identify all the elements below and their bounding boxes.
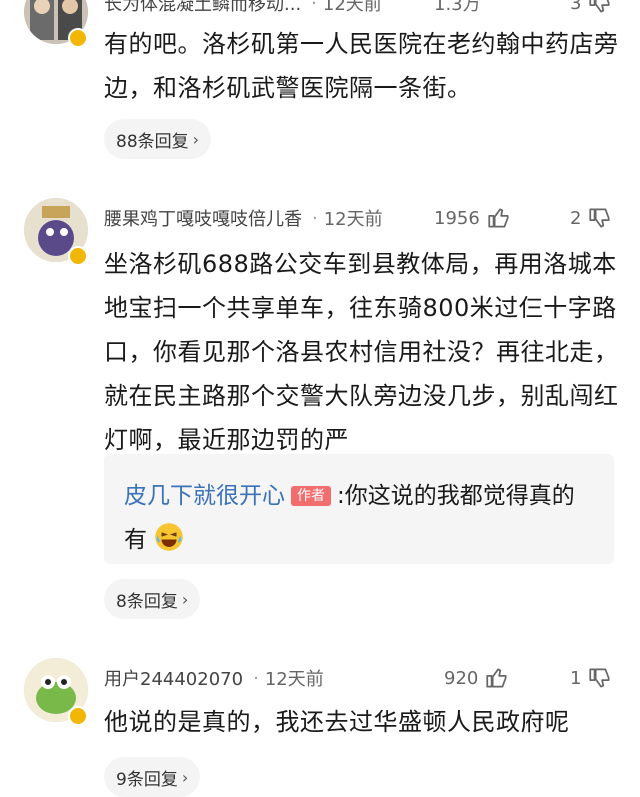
user-badge-icon [68, 28, 88, 48]
like-count: 1956 [434, 207, 480, 229]
timestamp: 12天前 [323, 209, 383, 230]
like-count: 1.3万 [434, 0, 481, 15]
user-badge-icon [68, 706, 88, 726]
quote-username[interactable]: 皮几下就很开心 [124, 483, 285, 509]
thumbs-down-icon [589, 208, 610, 228]
thumbs-up-icon [486, 668, 507, 688]
timestamp: 12天前 [264, 669, 324, 690]
laughing-crying-emoji-icon [155, 523, 184, 551]
user-badge-icon [68, 246, 88, 266]
username[interactable]: 长为体混凝土鳞而移动... [104, 0, 301, 16]
view-replies-button[interactable]: 88条回复 › [104, 119, 212, 159]
quote-content: 皮几下就很开心 作者:你这说的我都觉得真的有 [124, 483, 575, 553]
chevron-right-icon: › [181, 767, 189, 787]
replies-count: 88条回复 [116, 131, 189, 152]
separator: · [311, 0, 317, 14]
author-reply-preview[interactable]: 皮几下就很开心 作者:你这说的我都觉得真的有 [104, 454, 614, 564]
timestamp: 12天前 [322, 0, 382, 15]
view-replies-button[interactable]: 9条回复 › [104, 757, 201, 797]
dislike-button[interactable]: 2 [570, 203, 613, 233]
thumbs-down-icon [589, 0, 610, 13]
separator: · [312, 207, 318, 229]
comment-text: 有的吧。洛杉矶第一人民医院在老约翰中药店旁边，和洛杉矶武警医院隔一条街。 [104, 30, 619, 102]
separator: · [253, 667, 259, 689]
like-button[interactable]: 920 [444, 663, 510, 693]
thumbs-down-icon [589, 668, 610, 688]
chevron-right-icon: › [181, 589, 189, 609]
view-replies-button[interactable]: 8条回复 › [104, 579, 201, 619]
thumbs-up-icon [488, 208, 509, 228]
dislike-count: 1 [570, 667, 582, 689]
comment-meta: 用户244402070 · 12天前 [104, 663, 324, 693]
username[interactable]: 用户244402070 [104, 665, 243, 691]
comment-meta: 腰果鸡丁嘎吱嘎吱倍儿香 · 12天前 [104, 203, 383, 233]
dislike-count: 3 [570, 0, 582, 14]
like-button[interactable]: 1956 [434, 203, 512, 233]
like-count: 920 [444, 667, 479, 689]
comment-text: 他说的是真的，我还去过华盛顿人民政府呢 [104, 708, 570, 736]
author-tag: 作者 [291, 486, 331, 506]
dislike-count: 2 [570, 207, 582, 229]
replies-count: 8条回复 [116, 591, 178, 612]
replies-count: 9条回复 [116, 769, 178, 790]
username[interactable]: 腰果鸡丁嘎吱嘎吱倍儿香 [104, 205, 302, 231]
dislike-button[interactable]: 3 [570, 0, 613, 18]
comment-text: 坐洛杉矶688路公交车到县教体局，再用洛城本地宝扫一个共享单车，往东骑800米过… [104, 250, 619, 454]
comment-meta: 长为体混凝土鳞而移动... · 12天前 [104, 0, 382, 18]
like-button[interactable]: 1.3万 [434, 0, 481, 18]
dislike-button[interactable]: 1 [570, 663, 613, 693]
chevron-right-icon: › [192, 129, 200, 149]
